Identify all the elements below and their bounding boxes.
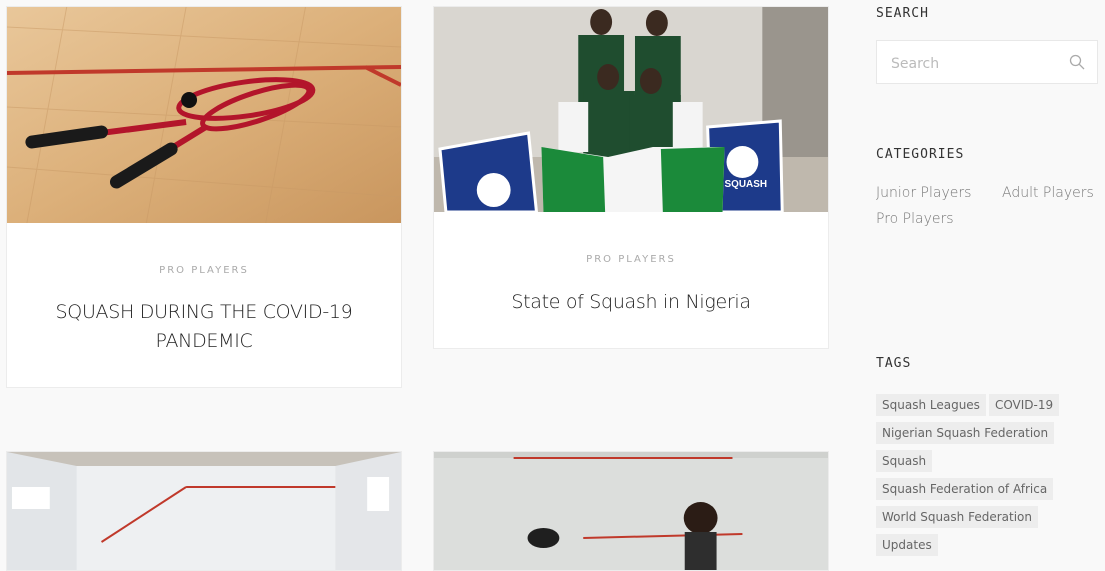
category-link-pro-players[interactable]: Pro Players	[876, 211, 954, 227]
tag-squash-federation-of-africa[interactable]: Squash Federation of Africa	[876, 478, 1054, 500]
tag-cloud: Squash Leagues COVID-19 Nigerian Squash F…	[876, 394, 1101, 562]
svg-text:SQUASH: SQUASH	[725, 179, 768, 190]
tag-updates[interactable]: Updates	[876, 534, 938, 556]
tag-covid-19[interactable]: COVID-19	[988, 394, 1060, 416]
categories-heading: CATEGORIES	[876, 147, 965, 162]
post-title[interactable]: SQUASH DURING THE COVID-19 PANDEMIC	[37, 298, 371, 356]
post-category[interactable]: PRO PLAYERS	[7, 265, 401, 276]
post-image[interactable]: SQUASH	[434, 7, 828, 212]
search-input[interactable]	[889, 53, 1063, 75]
search-icon[interactable]	[1069, 54, 1085, 70]
post-category[interactable]: PRO PLAYERS	[434, 254, 828, 265]
post-image[interactable]	[7, 452, 401, 570]
post-card[interactable]: PRO PLAYERS SQUASH DURING THE COVID-19 P…	[6, 6, 402, 388]
tag-squash[interactable]: Squash	[876, 450, 933, 472]
post-image[interactable]	[434, 452, 828, 570]
category-link-junior-players[interactable]: Junior Players	[876, 185, 971, 201]
post-image[interactable]	[7, 7, 401, 223]
tags-heading: TAGS	[876, 356, 912, 371]
search-heading: SEARCH	[876, 6, 929, 21]
tag-world-squash-federation[interactable]: World Squash Federation	[876, 506, 1038, 528]
category-link-adult-players[interactable]: Adult Players	[1002, 185, 1094, 201]
post-card[interactable]: SQUASH PRO PLAYERS State of Squash in Ni…	[433, 6, 829, 349]
tag-nigerian-squash-federation[interactable]: Nigerian Squash Federation	[876, 422, 1055, 444]
tag-squash-leagues[interactable]: Squash Leagues	[876, 394, 986, 416]
post-title[interactable]: State of Squash in Nigeria	[464, 288, 798, 317]
search-box[interactable]	[876, 40, 1098, 84]
post-card[interactable]	[6, 451, 402, 571]
post-card[interactable]	[433, 451, 829, 571]
